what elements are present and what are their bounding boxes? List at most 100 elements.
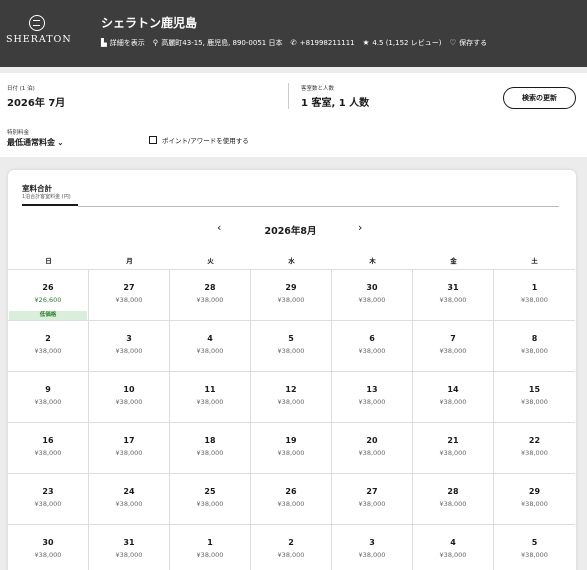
day-number: 4	[207, 334, 213, 343]
calendar-day-cell[interactable]: 25 ¥38,000	[170, 473, 251, 524]
calendar-day-cell[interactable]: 19 ¥38,000	[251, 422, 332, 473]
day-number: 5	[288, 334, 294, 343]
tab-divider	[78, 206, 559, 207]
calendar-day-cell[interactable]: 2 ¥38,000	[8, 320, 89, 371]
calendar-day-cell[interactable]: 21 ¥38,000	[413, 422, 494, 473]
day-number: 17	[123, 436, 135, 445]
weekday-label: 月	[126, 257, 133, 265]
calendar-day-cell[interactable]: 22 ¥38,000	[494, 422, 575, 473]
calendar-day-cell[interactable]: 4 ¥38,000	[413, 524, 494, 570]
calendar-day-cell[interactable]: 26 ¥26,600 低価格	[8, 269, 89, 320]
reviews-link[interactable]: ★ 4.5 (1,152 レビュー)	[363, 38, 442, 48]
update-search-button[interactable]: 検索の更新	[503, 87, 576, 109]
day-number: 21	[447, 436, 459, 445]
use-points-checkbox[interactable]	[149, 136, 157, 144]
calendar-day-cell[interactable]: 30 ¥38,000	[8, 524, 89, 570]
rooms-guests-value[interactable]: 1 客室, 1 人数	[301, 94, 369, 109]
calendar-day-cell[interactable]: 12 ¥38,000	[251, 371, 332, 422]
day-price: ¥38,000	[439, 296, 467, 304]
day-price: ¥38,000	[196, 551, 224, 559]
calendar-day-cell[interactable]: 8 ¥38,000	[494, 320, 575, 371]
day-price: ¥38,000	[521, 551, 548, 559]
day-number: 29	[528, 487, 541, 496]
calendar-day-cell[interactable]: 1 ¥38,000	[170, 524, 251, 570]
calendar-day-cell[interactable]: 28 ¥38,000	[413, 473, 494, 524]
low-price-badge: 低価格	[9, 311, 87, 320]
day-number: 15	[528, 385, 541, 394]
calendar-day-cell[interactable]: 13 ¥38,000	[332, 371, 413, 422]
day-number: 12	[285, 385, 297, 394]
day-number: 30	[42, 538, 54, 547]
calendar-day-cell[interactable]: 7 ¥38,000	[413, 320, 494, 371]
calendar-day-cell[interactable]: 24 ¥38,000	[89, 473, 170, 524]
phone-link[interactable]: ✆ +81998211111	[290, 39, 354, 47]
calendar-day-cell[interactable]: 10 ¥38,000	[89, 371, 170, 422]
calendar-day-cell[interactable]: 17 ¥38,000	[89, 422, 170, 473]
address-text: 高麗町43-15, 鹿児島, 890-0051 日本	[161, 39, 283, 47]
save-hotel-button[interactable]: ♡ 保存する	[449, 38, 487, 48]
calendar-day-cell[interactable]: 5 ¥38,000	[494, 524, 575, 570]
day-price: ¥38,000	[115, 449, 143, 457]
day-price: ¥38,000	[277, 398, 305, 406]
phone-icon: ✆	[290, 38, 297, 48]
calendar-day-cell[interactable]: 9 ¥38,000	[8, 371, 89, 422]
day-price: ¥38,000	[277, 347, 305, 355]
day-number: 26	[285, 487, 297, 496]
calendar-day-cell[interactable]: 11 ¥38,000	[170, 371, 251, 422]
day-price: ¥38,000	[196, 347, 224, 355]
calendar-day-cell[interactable]: 29 ¥38,000	[251, 269, 332, 320]
calendar-day-cell[interactable]: 30 ¥38,000	[332, 269, 413, 320]
day-number: 6	[369, 334, 375, 343]
day-number: 1	[531, 283, 538, 292]
calendar-day-cell[interactable]: 31 ¥38,000	[89, 524, 170, 570]
day-price: ¥38,000	[34, 347, 62, 355]
calendar-day-cell[interactable]: 27 ¥38,000	[332, 473, 413, 524]
day-number: 1	[207, 538, 213, 547]
rate-type-dropdown[interactable]: 最低通常料金 ⌄	[7, 137, 64, 148]
day-number: 25	[204, 487, 216, 496]
day-price: ¥38,000	[115, 296, 143, 304]
day-number: 28	[447, 487, 459, 496]
calendar-day-cell[interactable]: 6 ¥38,000	[332, 320, 413, 371]
hotel-info-row: ▙ 詳細を表示 ⚲ 高麗町43-15, 鹿児島, 890-0051 日本 ✆ +…	[101, 38, 487, 48]
calendar-day-cell[interactable]: 1 ¥38,000	[494, 269, 575, 320]
day-price: ¥38,000	[277, 449, 305, 457]
search-divider	[288, 83, 289, 109]
calendar-day-cell[interactable]: 20 ¥38,000	[332, 422, 413, 473]
calendar-day-cell[interactable]: 29 ¥38,000	[494, 473, 575, 524]
calendar-day-cell[interactable]: 18 ¥38,000	[170, 422, 251, 473]
calendar-day-cell[interactable]: 4 ¥38,000	[170, 320, 251, 371]
date-label: 日付 (1 泊)	[7, 86, 35, 92]
calendar-day-cell[interactable]: 27 ¥38,000	[89, 269, 170, 320]
day-number: 13	[366, 385, 378, 394]
calendar-day-cell[interactable]: 26 ¥38,000	[251, 473, 332, 524]
chevron-right-icon[interactable]: ›	[358, 221, 362, 234]
address-link[interactable]: ⚲ 高麗町43-15, 鹿児島, 890-0051 日本	[153, 38, 283, 48]
day-price: ¥38,000	[521, 347, 548, 355]
calendar-day-cell[interactable]: 31 ¥38,000	[413, 269, 494, 320]
save-label: 保存する	[459, 39, 488, 47]
calendar-day-cell[interactable]: 23 ¥38,000	[8, 473, 89, 524]
view-details-link[interactable]: ▙ 詳細を表示	[101, 38, 145, 48]
rates-bar: 特別料金 最低通常料金 ⌄ ポイント/アワードを使用する	[0, 119, 587, 157]
calendar-day-cell[interactable]: 14 ¥38,000	[413, 371, 494, 422]
use-points-toggle[interactable]: ポイント/アワードを使用する	[149, 135, 249, 145]
calendar-day-cell[interactable]: 3 ¥38,000	[89, 320, 170, 371]
day-number: 27	[366, 487, 378, 496]
day-number: 28	[204, 283, 216, 292]
star-icon: ★	[362, 38, 370, 48]
calendar-day-cell[interactable]: 16 ¥38,000	[8, 422, 89, 473]
calendar-day-cell[interactable]: 15 ¥38,000	[494, 371, 575, 422]
calendar-day-cell[interactable]: 28 ¥38,000	[170, 269, 251, 320]
day-price: ¥38,000	[358, 296, 386, 304]
day-price: ¥38,000	[115, 551, 143, 559]
day-price: ¥38,000	[115, 500, 143, 508]
calendar-day-cell[interactable]: 5 ¥38,000	[251, 320, 332, 371]
calendar-day-cell[interactable]: 2 ¥38,000	[251, 524, 332, 570]
sheraton-logo[interactable]: SHERATON	[6, 15, 71, 49]
calendar-day-cell[interactable]: 3 ¥38,000	[332, 524, 413, 570]
day-price: ¥38,000	[277, 500, 305, 508]
day-number: 3	[126, 334, 132, 343]
weekday-label: 火	[207, 257, 214, 265]
date-value[interactable]: 2026年 7月	[7, 94, 65, 109]
